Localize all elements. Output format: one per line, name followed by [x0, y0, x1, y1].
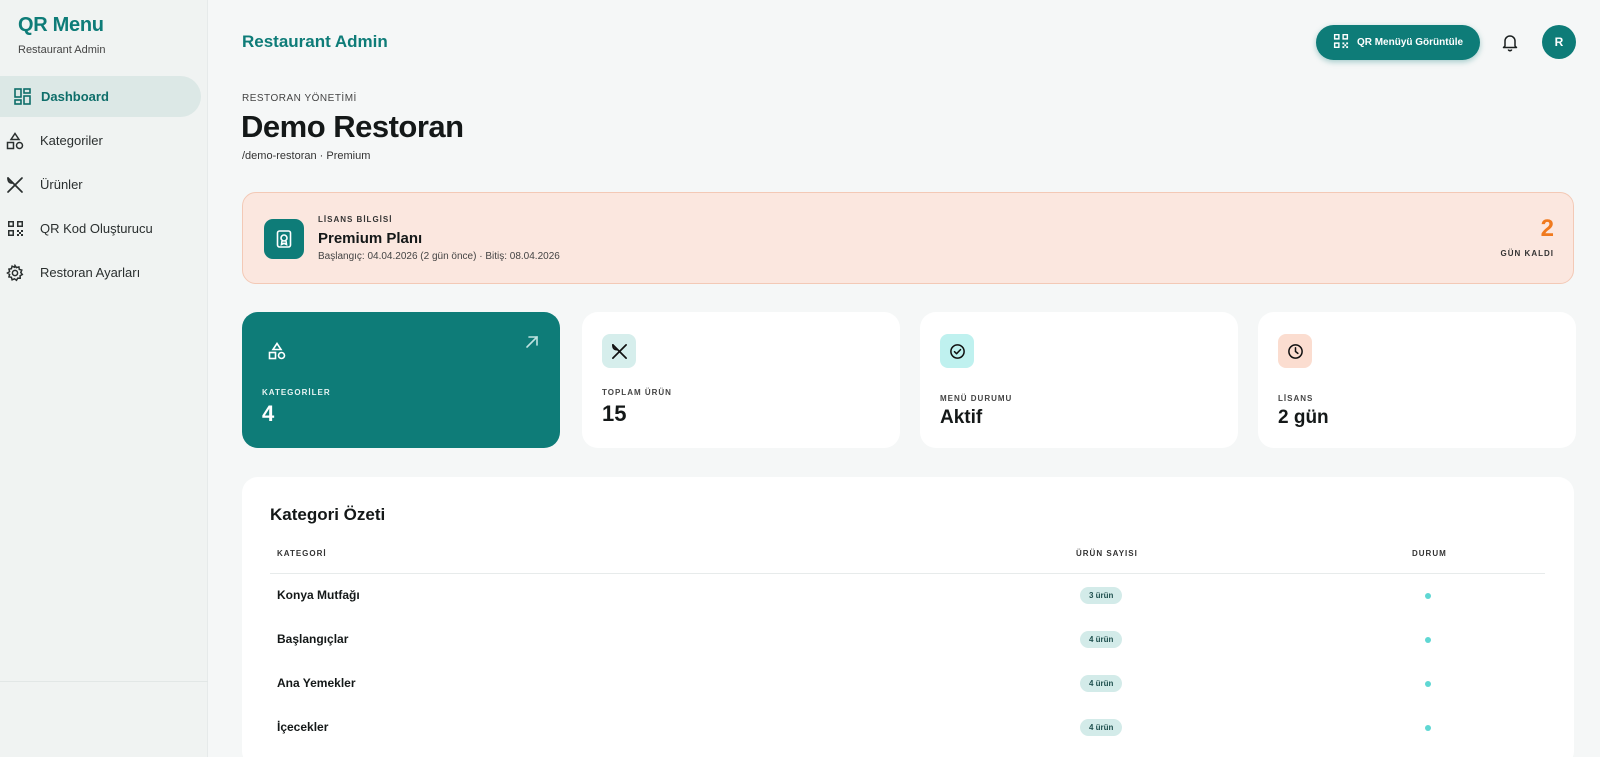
stat-value: 2 gün	[1278, 407, 1329, 428]
categories-icon	[6, 131, 24, 150]
category-name: Konya Mutfağı	[277, 588, 360, 602]
sidebar-item-label: Ürünler	[40, 177, 83, 192]
brand-title: QR Menu	[18, 14, 104, 36]
product-count-badge: 4 ürün	[1080, 631, 1123, 648]
stat-card-total-products: TOPLAM ÜRÜN 15	[582, 312, 900, 448]
license-card: LİSANS BİLGİSİ Premium Planı Başlangıç: …	[242, 192, 1574, 284]
sidebar-item-restaurant-settings[interactable]: Restoran Ayarları	[0, 252, 208, 293]
sidebar-nav: Dashboard Kategoriler Ürünler QR Kod Olu…	[0, 76, 208, 296]
sidebar-item-qr-generator[interactable]: QR Kod Oluşturucu	[0, 208, 208, 249]
sidebar-item-dashboard[interactable]: Dashboard	[0, 76, 201, 117]
sidebar-item-categories[interactable]: Kategoriler	[0, 120, 208, 161]
stat-label: LİSANS	[1278, 394, 1314, 403]
qr-code-icon	[1333, 33, 1349, 52]
view-qr-menu-label: QR Menüyü Görüntüle	[1356, 37, 1464, 48]
status-dot	[1425, 637, 1431, 643]
category-summary-title: Kategori Özeti	[270, 505, 386, 524]
sidebar: QR Menu Restaurant Admin Dashboard Kateg…	[0, 0, 208, 757]
status-dot	[1425, 725, 1431, 731]
status-dot	[1425, 681, 1431, 687]
qr-code-icon	[6, 220, 24, 238]
categories-icon	[260, 334, 294, 368]
stat-label: MENÜ DURUMU	[940, 394, 1013, 403]
license-plan: Premium Planı	[318, 230, 423, 247]
sidebar-item-label: QR Kod Oluşturucu	[40, 221, 153, 236]
stat-card-menu-status: MENÜ DURUMU Aktif	[920, 312, 1238, 448]
table-row[interactable]: Ana Yemekler 4 ürün	[270, 663, 1545, 707]
dashboard-icon	[13, 88, 31, 106]
product-count-badge: 4 ürün	[1080, 675, 1123, 692]
category-summary-card: Kategori Özeti KATEGORİ ÜRÜN SAYISI DURU…	[242, 477, 1574, 757]
header-title: Restaurant Admin	[242, 32, 388, 51]
page-meta: /demo-restoran · Premium	[242, 150, 371, 162]
notifications-bell-icon[interactable]	[1500, 32, 1520, 52]
status-dot	[1425, 593, 1431, 599]
table-row[interactable]: İçecekler 4 ürün	[270, 707, 1545, 751]
category-name: Ana Yemekler	[277, 676, 356, 690]
brand-subtitle: Restaurant Admin	[18, 44, 106, 56]
avatar[interactable]: R	[1542, 25, 1576, 59]
product-count-badge: 4 ürün	[1080, 719, 1123, 736]
table-row[interactable]: Konya Mutfağı 3 ürün	[270, 575, 1545, 619]
sidebar-item-label: Dashboard	[41, 89, 109, 104]
page-eyebrow: RESTORAN YÖNETİMİ	[242, 93, 357, 104]
sidebar-item-products[interactable]: Ürünler	[0, 164, 208, 205]
stat-value: 15	[602, 401, 627, 426]
gear-icon	[6, 263, 24, 282]
column-header-product-count: ÜRÜN SAYISI	[1076, 549, 1138, 558]
license-label: LİSANS BİLGİSİ	[318, 215, 393, 224]
check-circle-icon	[940, 334, 974, 368]
stat-card-categories[interactable]: KATEGORİLER 4	[242, 312, 560, 448]
license-days-left-label: GÜN KALDI	[1500, 249, 1554, 258]
stat-label: KATEGORİLER	[262, 388, 331, 397]
page-title: Demo Restoran	[241, 109, 464, 144]
arrow-up-right-icon[interactable]	[524, 334, 540, 355]
category-name: Başlangıçlar	[277, 632, 349, 646]
column-header-status: DURUM	[1412, 549, 1447, 558]
stat-value: 4	[262, 401, 275, 426]
stat-label: TOPLAM ÜRÜN	[602, 388, 672, 397]
stat-card-license: LİSANS 2 gün	[1258, 312, 1576, 448]
stat-value: Aktif	[940, 407, 983, 428]
column-header-category: KATEGORİ	[277, 549, 327, 558]
license-dates: Başlangıç: 04.04.2026 (2 gün önce) · Bit…	[318, 251, 560, 262]
clock-icon	[1278, 334, 1312, 368]
utensils-icon	[6, 176, 24, 194]
table-row[interactable]: Başlangıçlar 4 ürün	[270, 619, 1545, 663]
brand[interactable]: QR Menu Restaurant Admin	[18, 14, 105, 56]
sidebar-item-label: Restoran Ayarları	[40, 265, 141, 280]
view-qr-menu-button[interactable]: QR Menüyü Görüntüle	[1316, 25, 1480, 60]
product-count-badge: 3 ürün	[1080, 587, 1123, 604]
category-name: İçecekler	[277, 720, 329, 734]
sidebar-divider	[0, 681, 208, 682]
utensils-icon	[602, 334, 636, 368]
license-badge-icon	[264, 219, 304, 259]
table-header-divider	[270, 573, 1545, 574]
sidebar-item-label: Kategoriler	[40, 133, 103, 148]
license-days-left: 2	[1540, 215, 1554, 242]
